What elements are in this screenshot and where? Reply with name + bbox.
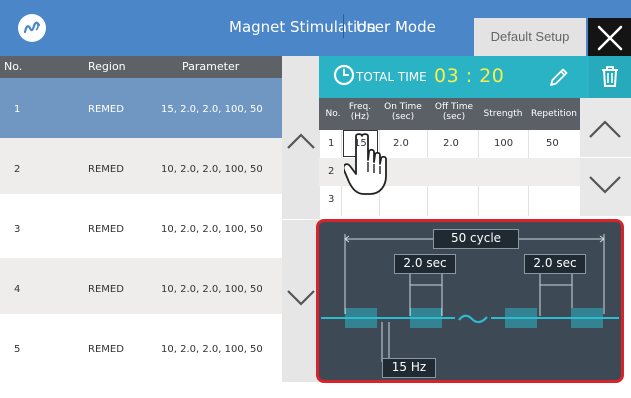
clock-icon: [333, 64, 355, 86]
protocol-row[interactable]: 5 REMED 10, 2.0, 2.0, 100, 50: [0, 318, 282, 378]
total-time-label: TOTAL TIME: [356, 70, 427, 84]
default-setup-label: Default Setup: [490, 29, 570, 44]
app-logo-icon: [18, 14, 46, 42]
mode-label: User Mode: [356, 18, 436, 36]
edit-button[interactable]: [539, 60, 575, 94]
protocol-list: No. Region Parameter 1 REMED 15, 2.0, 2.…: [0, 56, 282, 398]
parameter-table-header: No. Freq. (Hz) On Time (sec) Off Time (s…: [319, 98, 580, 130]
off-time-label: 2.0 sec: [533, 256, 577, 270]
trash-icon: [602, 66, 618, 87]
col-on-time: On Time (sec): [384, 102, 422, 122]
list-scroll-down-button[interactable]: [282, 220, 320, 382]
row-no: 4: [14, 284, 21, 295]
row-parameter: 15, 2.0, 2.0, 100, 50: [161, 104, 263, 115]
col-no: No.: [325, 109, 341, 119]
row-no: 2: [14, 164, 21, 175]
row-no: 2: [328, 166, 335, 177]
protocol-row[interactable]: 2 REMED 10, 2.0, 2.0, 100, 50: [0, 138, 282, 194]
chevron-down-icon: [589, 176, 621, 194]
list-scroll-bar: [282, 56, 320, 382]
protocol-row[interactable]: 4 REMED 10, 2.0, 2.0, 100, 50: [0, 258, 282, 314]
table-scroll-down-button[interactable]: [580, 158, 631, 216]
row-parameter: 10, 2.0, 2.0, 100, 50: [161, 164, 263, 175]
col-no: No.: [4, 60, 23, 73]
row-region: REMED: [88, 164, 124, 175]
col-region: Region: [88, 60, 126, 73]
pulse-diagram: 50 cycle 2.0 sec 2.0 sec 15 Hz: [316, 219, 624, 383]
col-parameter: Parameter: [182, 60, 240, 73]
protocol-list-header: No. Region Parameter: [0, 56, 282, 78]
app-title: Magnet Stimulation: [229, 18, 376, 36]
chevron-up-icon: [589, 120, 621, 138]
chevron-down-icon: [287, 290, 315, 306]
protocol-row[interactable]: 1 REMED 15, 2.0, 2.0, 100, 50: [0, 78, 282, 138]
row-region: REMED: [88, 284, 124, 295]
total-time-value: 03 : 20: [434, 65, 505, 87]
row-off-time[interactable]: 2.0: [443, 138, 459, 149]
header-divider: [343, 14, 344, 38]
row-strength[interactable]: 100: [494, 138, 513, 149]
freq-label: 15 Hz: [391, 360, 427, 374]
row-no: 5: [14, 344, 21, 355]
table-scroll-bar: [580, 98, 631, 216]
row-parameter: 10, 2.0, 2.0, 100, 50: [161, 284, 263, 295]
row-region: REMED: [88, 224, 124, 235]
col-strength: Strength: [483, 109, 523, 119]
row-no: 3: [14, 224, 21, 235]
pencil-icon: [550, 68, 568, 86]
on-time-label: 2.0 sec: [403, 256, 447, 270]
default-setup-button[interactable]: Default Setup: [474, 18, 586, 56]
hand-pointer-icon: [344, 133, 387, 195]
chevron-up-icon: [287, 133, 315, 149]
table-scroll-up-button[interactable]: [580, 98, 631, 157]
cycle-label: 50 cycle: [450, 231, 502, 245]
list-scroll-up-button[interactable]: [282, 56, 320, 219]
row-repetition[interactable]: 50: [546, 138, 559, 149]
row-region: REMED: [88, 344, 124, 355]
row-parameter: 10, 2.0, 2.0, 100, 50: [161, 344, 263, 355]
col-off-time: Off Time (sec): [434, 102, 474, 122]
close-icon: [597, 25, 623, 51]
row-region: REMED: [88, 104, 124, 115]
row-on-time[interactable]: 2.0: [393, 138, 409, 149]
protocol-row[interactable]: 3 REMED 10, 2.0, 2.0, 100, 50: [0, 198, 282, 258]
delete-button[interactable]: [589, 56, 631, 98]
row-freq[interactable]: 15: [354, 138, 367, 149]
col-freq: Freq. (Hz): [348, 102, 372, 122]
row-no: 3: [328, 194, 335, 205]
col-repetition: Repetition: [531, 109, 577, 119]
row-no: 1: [328, 138, 335, 149]
total-time-bar: TOTAL TIME 03 : 20: [319, 56, 619, 98]
row-parameter: 10, 2.0, 2.0, 100, 50: [161, 224, 263, 235]
row-no: 1: [14, 104, 21, 115]
